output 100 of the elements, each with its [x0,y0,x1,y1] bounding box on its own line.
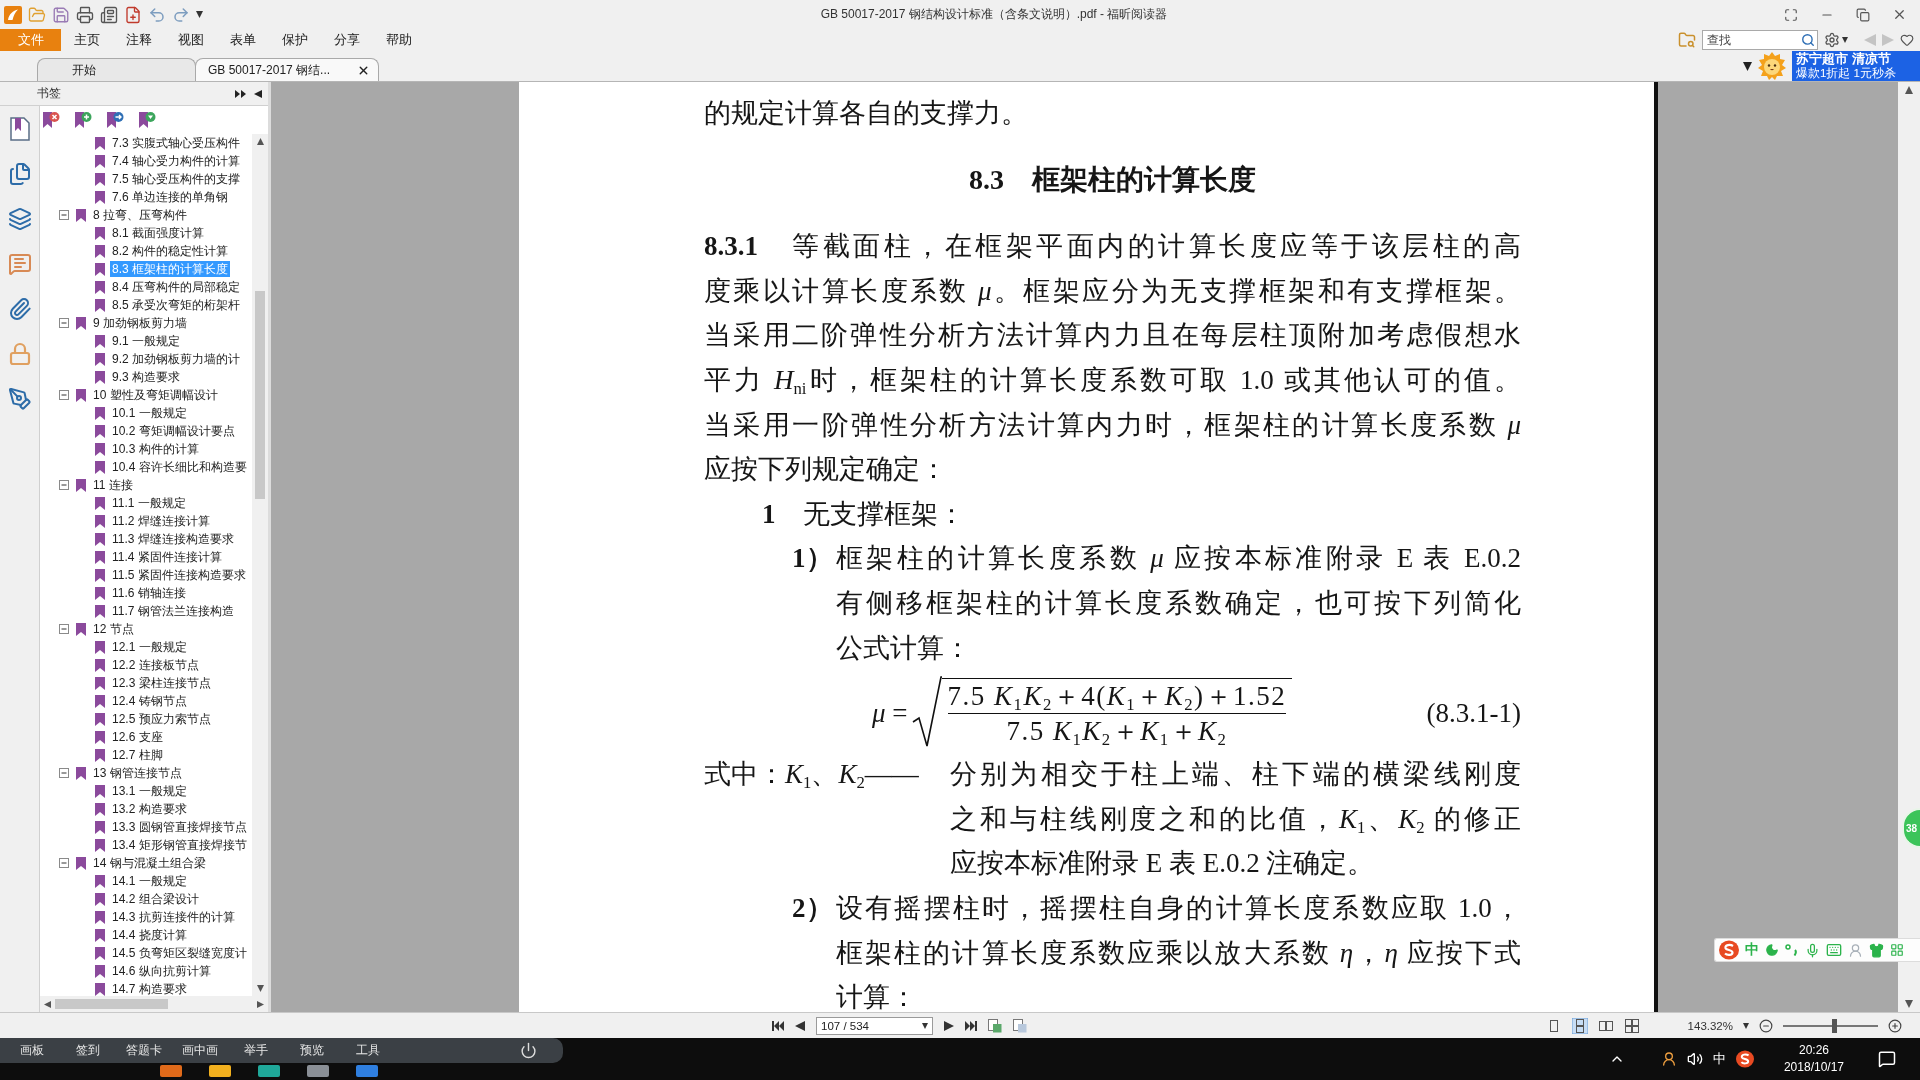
shirt-icon[interactable] [1869,942,1884,958]
bookmark-item[interactable]: 7.5 轴心受压构件的支撑 [110,171,242,187]
scroll-up-icon[interactable] [1905,86,1913,94]
notification-icon[interactable] [1878,1050,1896,1068]
page-layout-icon[interactable] [1623,1017,1640,1034]
bookmark-item[interactable]: 7.4 轴心受力构件的计算 [110,153,242,169]
bookmark-item[interactable]: 13.4 矩形钢管直接焊接节 [110,837,249,853]
scroll-right-icon[interactable] [257,1000,264,1008]
collapse-arrow-icon[interactable] [254,89,262,98]
keyboard-icon[interactable] [1826,942,1842,958]
bookmark-item[interactable]: 14.4 挠度计算 [110,927,189,943]
clock-time[interactable]: 20:26 [1798,1042,1829,1059]
fullscreen-icon[interactable] [1784,7,1798,22]
paperclip-icon[interactable] [7,297,32,321]
bookmark-item[interactable]: 11.4 紧固件连接计算 [110,549,224,565]
bookmark-item[interactable]: 13.1 一般规定 [110,783,189,799]
bookmark-item[interactable]: 12.2 连接板节点 [110,657,201,673]
bookmark-page-icon[interactable] [8,117,31,141]
vertical-scrollbar[interactable] [252,134,268,996]
collapse-toggle-icon[interactable] [59,768,69,778]
last-page-icon[interactable] [965,1020,977,1031]
toolbar-button[interactable]: 答题卡 [116,1042,172,1059]
scroll-left-icon[interactable] [44,1000,51,1008]
bookmark-item[interactable]: 11.7 钢管法兰连接构造 [110,603,236,619]
pages-icon[interactable] [7,162,32,186]
bookmark-item[interactable]: 14.6 纵向抗剪计算 [110,963,213,979]
collapse-toggle-icon[interactable] [59,390,69,400]
menu-item[interactable]: 分享 [321,29,373,51]
first-page-icon[interactable] [772,1020,784,1031]
moon-icon[interactable] [1765,943,1779,957]
caret-icon[interactable] [1743,61,1752,71]
page-thumbnail-icon[interactable] [988,1018,1002,1033]
collapse-toggle-icon[interactable] [59,480,69,490]
ad-banner[interactable]: 苏宁超市 清凉节 爆款1折起 1元秒杀 [1792,51,1920,81]
punctuation-icon[interactable] [1785,944,1799,956]
search-icon[interactable] [1801,33,1815,47]
bookmark-item[interactable]: 10 塑性及弯矩调幅设计 [91,387,220,403]
app-logo-icon[interactable] [4,5,22,24]
undo-icon[interactable] [148,5,166,24]
bookmark-item[interactable]: 13.3 圆钢管直接焊接节点 [110,819,249,835]
collapse-toggle-icon[interactable] [59,858,69,868]
input-method-logo-icon[interactable] [1719,940,1739,960]
bookmark-item[interactable]: 11.1 一般规定 [110,495,188,511]
bookmark-item[interactable]: 13 钢管连接节点 [91,765,184,781]
menu-item[interactable]: 表单 [217,29,269,51]
clock-date[interactable]: 2018/10/17 [1783,1059,1844,1076]
scroll-down-icon[interactable] [256,985,264,992]
printer-icon[interactable] [76,5,94,24]
toolbar-button[interactable]: 工具 [340,1042,396,1059]
bookmark-item[interactable]: 10.2 弯矩调幅设计要点 [110,423,237,439]
caret-icon[interactable] [1842,37,1848,43]
page-thumbnail-icon[interactable] [1013,1018,1027,1033]
bookmark-item[interactable]: 14.1 一般规定 [110,873,189,889]
bookmark-item[interactable]: 8.1 截面强度计算 [110,225,206,241]
search-field[interactable]: 查找 [1702,30,1818,50]
redo-icon[interactable] [172,5,190,24]
caret-icon[interactable] [922,1022,928,1029]
bookmark-down-icon[interactable] [138,111,156,129]
previous-page-icon[interactable] [795,1020,805,1031]
bookmark-item[interactable]: 14 钢与混凝土组合梁 [91,855,208,871]
double-arrow-icon[interactable] [235,89,246,98]
bookmark-arrow-icon[interactable] [106,111,124,129]
bookmark-item[interactable]: 11 连接 [91,477,135,493]
settings-icon[interactable] [1824,32,1840,48]
toolbar-button[interactable]: 画中画 [172,1042,228,1059]
zoom-out-icon[interactable] [1759,1018,1773,1033]
toolbar-button[interactable]: 画板 [4,1042,60,1059]
bookmark-item[interactable]: 11.2 焊缝连接计算 [110,513,212,529]
menu-item[interactable]: 保护 [269,29,321,51]
collapse-toggle-icon[interactable] [59,318,69,328]
bookmark-item[interactable]: 8.5 承受次弯矩的桁架杆 [110,297,242,313]
zoom-level-text[interactable]: 143.32% [1687,1019,1733,1032]
bookmark-item[interactable]: 12.6 支座 [110,729,165,745]
pen-icon[interactable] [7,387,32,411]
close-icon[interactable] [1892,7,1907,22]
person-icon[interactable] [1660,1051,1677,1067]
page-layout-icon[interactable] [1571,1017,1588,1034]
bookmark-item[interactable]: 10.1 一般规定 [110,405,189,421]
bookmark-item[interactable]: 8.2 构件的稳定性计算 [110,243,230,259]
bookmark-item[interactable]: 10.4 容许长细比和构造要 [110,459,249,475]
bookmark-item[interactable]: 12.7 柱脚 [110,747,165,763]
bookmark-item[interactable]: 12.3 梁柱连接节点 [110,675,213,691]
next-page-icon[interactable] [944,1020,954,1031]
bookmark-item[interactable]: 7.6 单边连接的单角钢 [110,189,230,205]
zoom-in-icon[interactable] [1888,1018,1902,1033]
bookmark-item[interactable]: 12.4 铸钢节点 [110,693,189,709]
bookmark-item[interactable]: 8.4 压弯构件的局部稳定 [110,279,242,295]
slider-thumb[interactable] [1832,1018,1838,1033]
horizontal-scrollbar[interactable] [40,996,268,1012]
bookmark-item[interactable]: 12 节点 [91,621,136,637]
bookmark-item[interactable]: 12.5 预应力索节点 [110,711,213,727]
menu-item[interactable]: 注释 [113,29,165,51]
menu-item[interactable]: 视图 [165,29,217,51]
layers-icon[interactable] [7,207,32,231]
bookmark-item[interactable]: 10.3 构件的计算 [110,441,201,457]
toolbar-button[interactable]: 预览 [284,1042,340,1059]
new-file-icon[interactable] [124,5,142,24]
caret-icon[interactable] [1743,1022,1749,1029]
bookmark-item[interactable]: 12.1 一般规定 [110,639,189,655]
bookmark-item[interactable]: 8 拉弯、压弯构件 [91,207,189,223]
